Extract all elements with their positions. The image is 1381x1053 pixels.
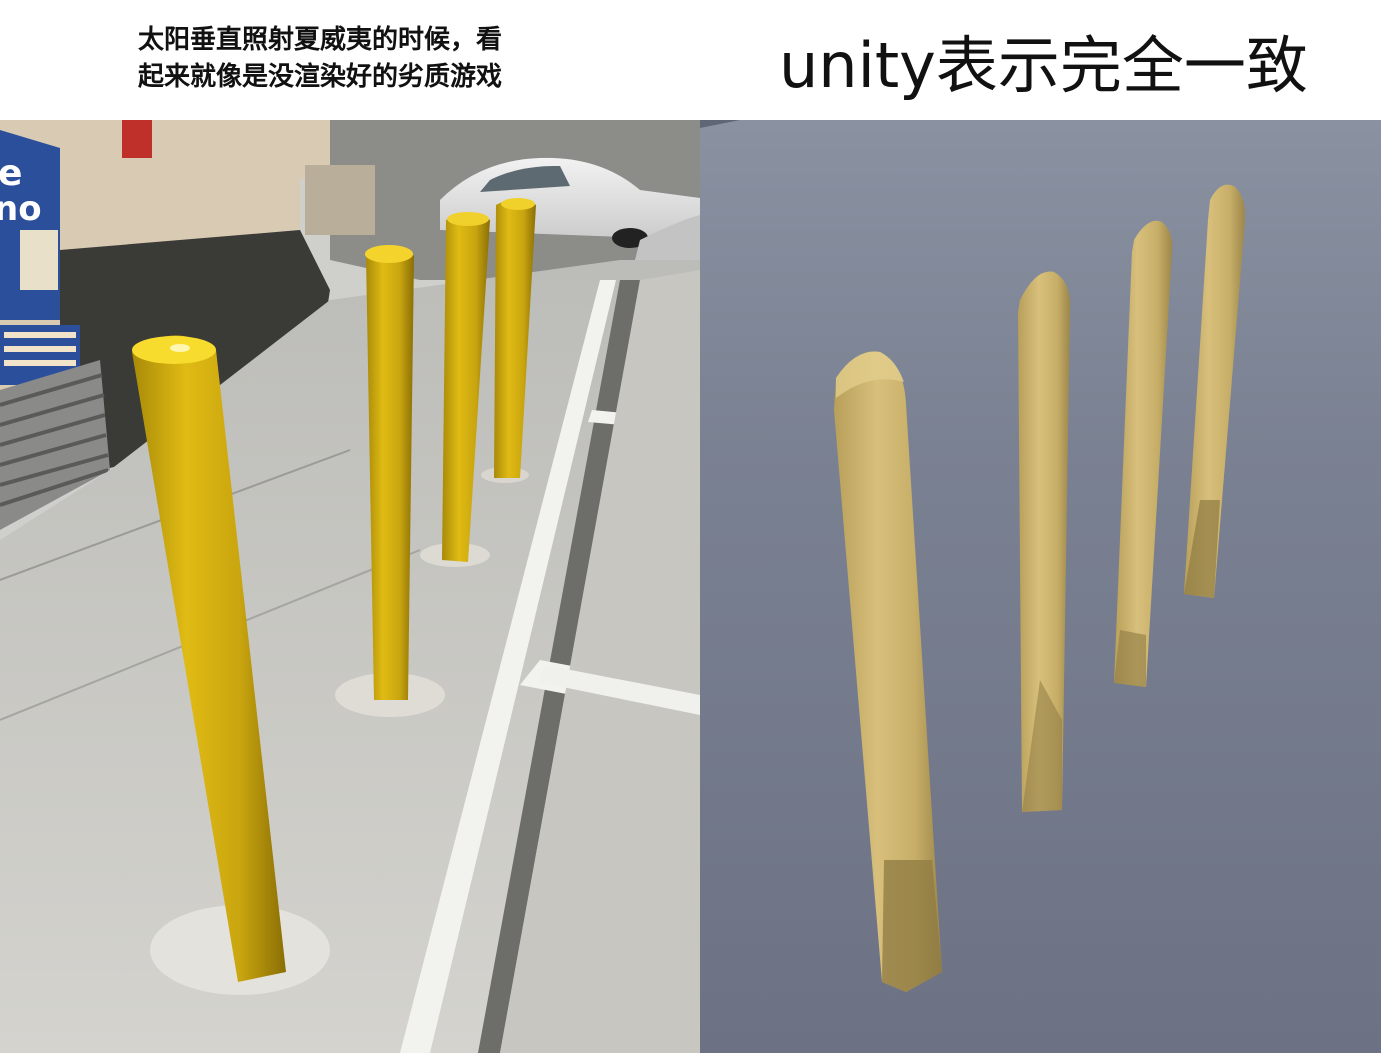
utility-box xyxy=(305,165,375,235)
header-strip: 太阳垂直照射夏威夷的时候，看 起来就像是没渲染好的劣质游戏 unity表示完全一… xyxy=(0,0,1381,120)
unity-render xyxy=(700,120,1381,1053)
left-caption-line-2: 起来就像是没渲染好的劣质游戏 xyxy=(138,62,503,92)
real-photo: e no xyxy=(0,120,700,1053)
red-sign xyxy=(122,120,152,158)
left-caption: 太阳垂直照射夏威夷的时候，看 起来就像是没渲染好的劣质游戏 xyxy=(138,22,658,96)
poster-letters-mid: no xyxy=(0,189,42,229)
left-caption-line-1: 太阳垂直照射夏威夷的时候，看 xyxy=(138,25,503,55)
right-title: unity表示完全一致 xyxy=(779,29,1308,102)
render-pole-2 xyxy=(1018,271,1071,812)
unity-render-panel xyxy=(700,120,1381,1053)
real-photo-panel: e no xyxy=(0,120,700,1053)
poster-letter-top: e xyxy=(0,153,22,194)
